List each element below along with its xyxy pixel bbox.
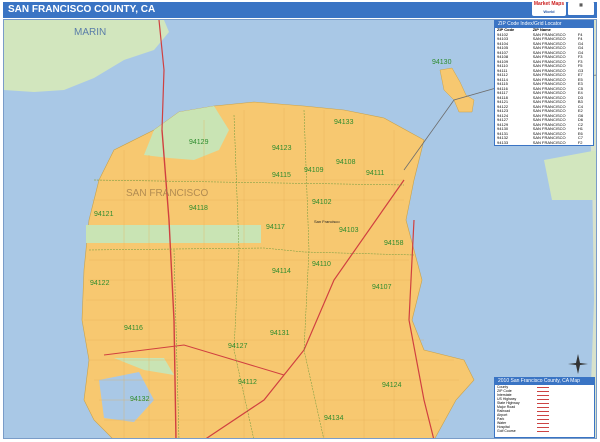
zip-label-94133: 94133 xyxy=(334,119,354,126)
zip-label-94110: 94110 xyxy=(312,261,331,268)
zip-label-94103: 94103 xyxy=(339,227,359,234)
zip-label-94115: 94115 xyxy=(272,172,291,179)
legend-swatch xyxy=(537,395,549,396)
zip-label-94123: 94123 xyxy=(272,145,292,152)
map-badge-icon: ▦ xyxy=(568,2,594,15)
legend-swatch xyxy=(537,415,549,416)
zip-label-94102: 94102 xyxy=(312,199,332,206)
zip-label-94158: 94158 xyxy=(384,240,404,247)
zip-label-94130: 94130 xyxy=(432,59,452,66)
legend-swatch xyxy=(537,387,549,388)
zip-label-94107: 94107 xyxy=(372,284,392,291)
san-francisco-label: SAN FRANCISCO xyxy=(126,188,208,199)
zip-label-94118: 94118 xyxy=(189,205,208,212)
map-title-text: SAN FRANCISCO COUNTY, CA xyxy=(8,4,156,15)
zip-label-94112: 94112 xyxy=(238,379,257,386)
logo-line2: World xyxy=(543,9,555,14)
zip-index-panel: ZIP Code Index/Grid Locator ZIP Code ZIP… xyxy=(494,20,594,146)
legend-swatch xyxy=(537,419,549,420)
zip-label-94129: 94129 xyxy=(189,139,209,146)
zip-label-94127: 94127 xyxy=(228,343,248,350)
zip-label-94132: 94132 xyxy=(130,396,150,403)
publisher-logo: Market Maps World xyxy=(532,1,566,16)
zip-index-rows: 94102 SAN FRANCISCO F4 94103 SAN FRANCISCO F4… xyxy=(495,32,593,145)
legend-swatch xyxy=(537,423,549,424)
zip-label-94117: 94117 xyxy=(266,224,285,231)
legend-swatch xyxy=(537,431,549,432)
legend-row: Golf Course xyxy=(495,429,594,433)
map-title: SAN FRANCISCO COUNTY, CA xyxy=(3,2,597,18)
san-francisco-city-label: San Francisco xyxy=(314,219,340,224)
zip-label-94131: 94131 xyxy=(270,330,290,337)
zip-label-94121: 94121 xyxy=(94,211,114,218)
zip-label-94108: 94108 xyxy=(336,159,356,166)
legend-swatch xyxy=(537,427,549,428)
legend-heading: 2010 San Francisco County, CA Map xyxy=(495,378,594,385)
compass-rose-icon xyxy=(568,354,588,374)
zip-label-94111: 94111 xyxy=(366,170,385,177)
zip-label-94134: 94134 xyxy=(324,415,344,422)
zip-index-cell: F7 xyxy=(578,144,583,145)
zip-label-94109: 94109 xyxy=(304,167,324,174)
golden-gate-park xyxy=(86,225,261,243)
zip-index-row: 94134 SAN FRANCISCO F7 xyxy=(497,144,583,145)
legend-swatch xyxy=(537,403,549,404)
legend-row-label: Golf Course xyxy=(497,429,516,433)
marin-label: MARIN xyxy=(74,27,106,38)
logo-line1: Market Maps xyxy=(533,1,565,7)
legend-swatch xyxy=(537,391,549,392)
zip-index-cell: SAN FRANCISCO xyxy=(533,144,566,145)
map-legend: 2010 San Francisco County, CA Map County… xyxy=(494,377,595,438)
zip-label-94122: 94122 xyxy=(90,280,110,287)
legend-swatch xyxy=(537,411,549,412)
legend-rows: County ZIP Code Interstate US Highway State … xyxy=(495,385,594,433)
legend-swatch xyxy=(537,407,549,408)
zip-label-94116: 94116 xyxy=(124,325,143,332)
zip-label-94124: 94124 xyxy=(382,382,402,389)
legend-swatch xyxy=(537,399,549,400)
zip-index-cell: 94134 xyxy=(497,144,508,145)
zip-label-94114: 94114 xyxy=(272,268,291,275)
